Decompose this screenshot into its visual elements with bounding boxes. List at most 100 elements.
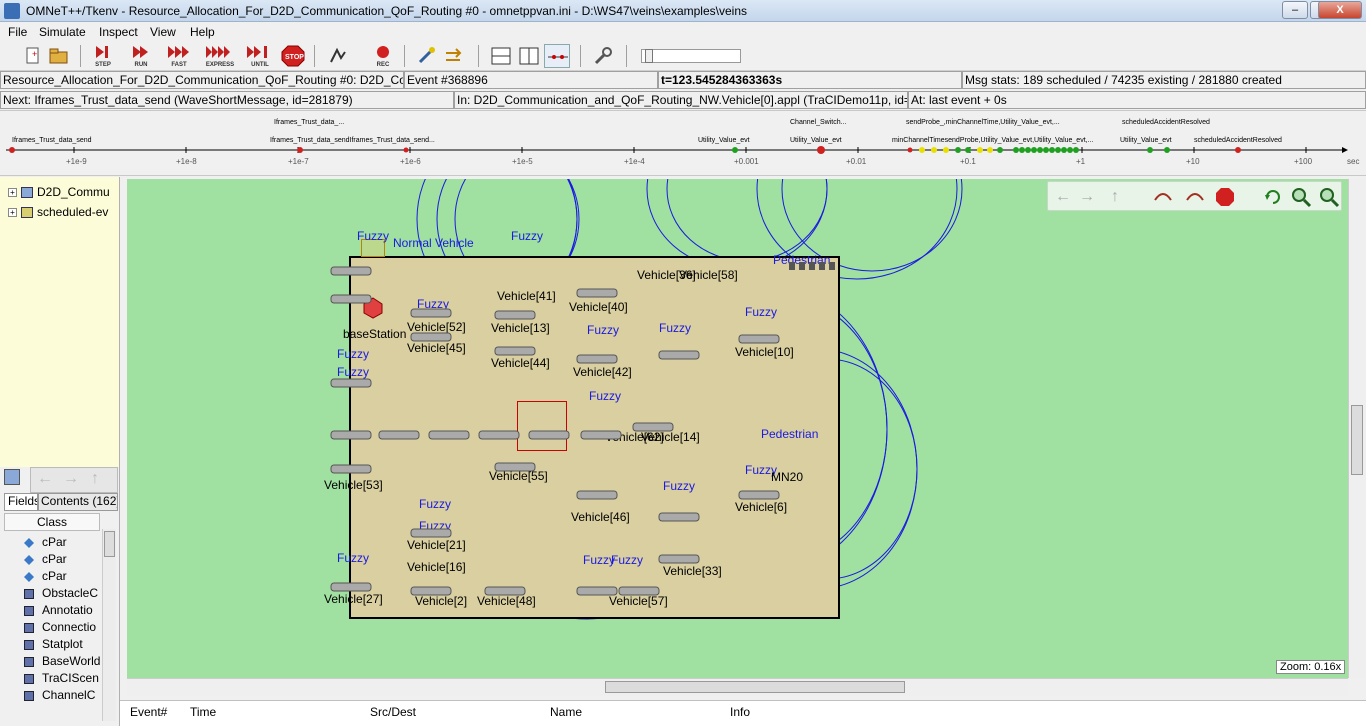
queue-icon	[21, 207, 33, 219]
up-icon[interactable]: ↑	[1104, 186, 1126, 208]
vehicle-icon	[658, 350, 700, 360]
expand-icon[interactable]: +	[8, 208, 17, 218]
log-column-name[interactable]: Name	[550, 705, 582, 719]
zoom-in-icon[interactable]	[1290, 186, 1312, 208]
vehicle-label: Vehicle[13]	[491, 321, 550, 335]
find-button[interactable]	[414, 44, 440, 68]
vehicle-label: Vehicle[21]	[407, 538, 466, 552]
parameter-icon	[24, 554, 34, 565]
new-network-button[interactable]: +	[20, 44, 46, 68]
layout-relayout-icon[interactable]	[1184, 186, 1206, 208]
list-item[interactable]: Connectio	[4, 620, 104, 637]
close-button[interactable]: X	[1318, 1, 1362, 19]
timeline-label: Iframes_Trust_data_sendIframes_Trust_dat…	[270, 137, 435, 144]
log-column-time[interactable]: Time	[190, 705, 216, 719]
horizontal-scroll-thumb[interactable]	[605, 681, 905, 693]
layout-relayout-icon[interactable]	[1152, 186, 1174, 208]
run-button[interactable]: RUN	[128, 44, 154, 68]
tab-contents[interactable]: Contents (162)	[38, 493, 118, 511]
vehicle-label: Vehicle[44]	[491, 356, 550, 370]
log-column-event[interactable]: Event#	[130, 705, 167, 719]
stop-icon[interactable]	[1214, 186, 1236, 208]
menu-inspect[interactable]: Inspect	[99, 25, 138, 39]
until-icon	[247, 46, 267, 58]
stop-button[interactable]: STOP	[280, 44, 306, 68]
step-button[interactable]: STEP	[90, 44, 116, 68]
log-column-srcdest[interactable]: Src/Dest	[370, 705, 416, 719]
menu-file[interactable]: File	[8, 25, 27, 39]
status-label: Fuzzy	[357, 229, 390, 243]
parameter-icon	[24, 537, 34, 548]
tree-item-scheduled[interactable]: + scheduled-ev	[8, 205, 108, 219]
preferences-button[interactable]	[590, 44, 616, 68]
speed-slider[interactable]	[641, 49, 741, 63]
tab-fields[interactable]: Fields	[4, 493, 38, 511]
messages-button[interactable]	[442, 44, 468, 68]
status-label: Fuzzy	[745, 305, 778, 319]
list-item[interactable]: Annotatio	[4, 603, 104, 620]
record-button[interactable]: REC	[370, 44, 396, 68]
status-in: In: D2D_Communication_and_QoF_Routing_NW…	[454, 91, 908, 109]
expand-icon[interactable]: +	[8, 188, 17, 198]
vehicle-icon	[478, 430, 520, 440]
tree-item-network[interactable]: + D2D_Commu	[8, 185, 110, 199]
list-item[interactable]: BaseWorld	[4, 654, 104, 671]
inspector-scrollbar[interactable]	[102, 529, 116, 721]
vehicle-icon	[576, 490, 618, 500]
menu-view[interactable]: View	[150, 25, 176, 39]
vehicle-label: Vehicle[33]	[663, 564, 722, 578]
fast-button[interactable]: FAST	[166, 44, 192, 68]
list-item[interactable]: cPar	[4, 552, 104, 569]
network-icon	[21, 187, 33, 199]
refresh-icon[interactable]	[1262, 186, 1284, 208]
vertical-scroll-thumb[interactable]	[1351, 405, 1363, 475]
status-network: Resource_Allocation_For_D2D_Communicatio…	[0, 71, 404, 89]
list-item[interactable]: cPar	[4, 535, 104, 552]
rebuild-network-button[interactable]	[326, 44, 352, 68]
timeline-tick: +10	[1186, 157, 1200, 166]
timeline-toggle-button[interactable]	[544, 44, 570, 68]
forward-icon[interactable]: →	[1076, 186, 1098, 208]
menu-help[interactable]: Help	[190, 25, 215, 39]
list-item[interactable]: ObstacleC	[4, 586, 104, 603]
layout-vertical-button[interactable]	[516, 44, 542, 68]
timeline-label: scheduledAccidentResolved	[1194, 137, 1282, 144]
list-item[interactable]: ChannelC	[4, 688, 104, 705]
inspector-nav: ← → ↑	[30, 467, 118, 493]
inspector-scroll-thumb[interactable]	[104, 531, 115, 557]
canvas-vertical-scrollbar[interactable]	[1348, 179, 1366, 678]
object-inspector: ← → ↑ Fields Contents (162) Class cPar c…	[0, 467, 120, 726]
list-item[interactable]: Statplot	[4, 637, 104, 654]
list-item[interactable]: cPar	[4, 569, 104, 586]
timeline-label: Utility_Value_evt	[790, 137, 842, 144]
back-icon[interactable]: ←	[1052, 186, 1074, 208]
vehicle-label: Vehicle[6]	[735, 500, 788, 514]
vehicle-icon	[494, 310, 536, 320]
timeline-label: sendProbe_,minChannelTime,Utility_Value_…	[906, 119, 1060, 126]
timeline-icon	[548, 55, 568, 59]
canvas-horizontal-scrollbar[interactable]	[127, 678, 1348, 696]
canvas-toolbar: ← → ↑	[1047, 181, 1342, 211]
back-icon[interactable]: ←	[37, 470, 53, 488]
column-header-class[interactable]: Class	[4, 513, 100, 531]
object-tree[interactable]: + D2D_Commu + scheduled-ev	[0, 177, 120, 467]
layout-horizontal-button[interactable]	[488, 44, 514, 68]
node-label: Normal Vehicle	[393, 236, 474, 250]
menu-simulate[interactable]: Simulate	[39, 25, 86, 39]
speed-slider-thumb[interactable]	[645, 49, 653, 63]
express-button[interactable]: EXPRESS	[204, 44, 236, 68]
load-ini-button[interactable]	[46, 44, 72, 68]
zoom-out-icon[interactable]	[1318, 186, 1340, 208]
timeline[interactable]: Iframes_Trust_data_send Iframes_Trust_da…	[0, 110, 1366, 176]
status-label: Fuzzy	[611, 553, 644, 567]
until-button[interactable]: UNTIL	[244, 44, 276, 68]
log-column-info[interactable]: Info	[730, 705, 750, 719]
minimize-button[interactable]: –	[1282, 1, 1308, 19]
list-item[interactable]: TraCIScen	[4, 671, 104, 688]
status-label: Fuzzy	[587, 323, 620, 337]
vehicle-icon	[576, 586, 618, 596]
forward-icon[interactable]: →	[63, 470, 79, 488]
network-canvas[interactable]: Normal Vehicle baseStation Fuzzy Fuzzy F…	[127, 179, 1348, 678]
up-icon[interactable]: ↑	[91, 470, 99, 488]
timeline-label: Iframes_Trust_data_send	[12, 137, 92, 144]
